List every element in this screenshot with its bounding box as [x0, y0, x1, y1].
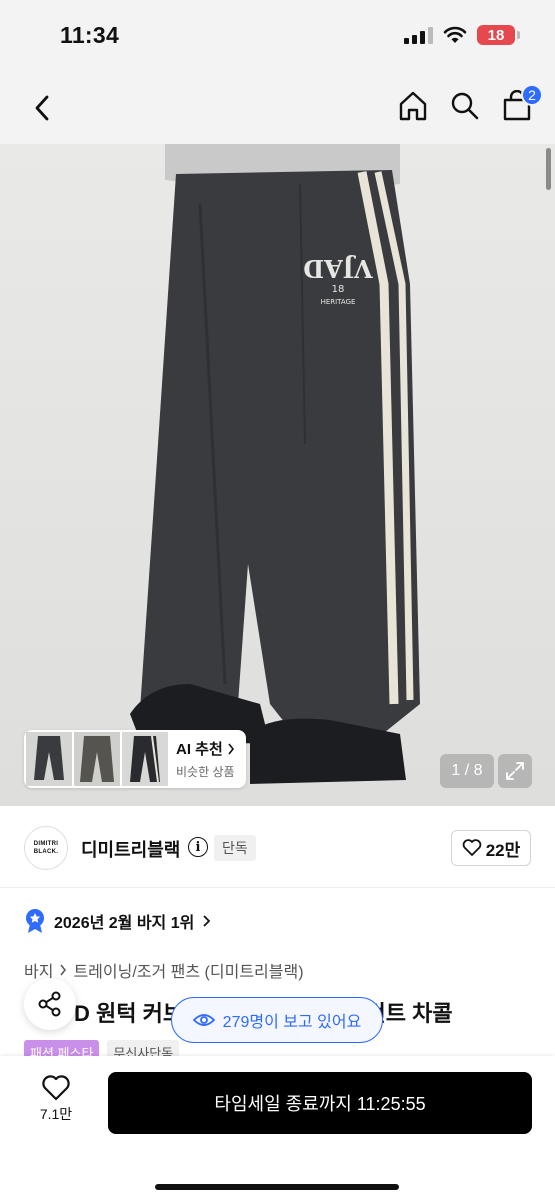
brand-logo[interactable]: DIMITRI BLACK. [24, 826, 68, 870]
image-page-counter: 1 / 8 [440, 754, 494, 788]
battery-indicator: 18 [477, 25, 520, 45]
product-photo: VJAD 18 HERITAGE [0, 144, 555, 806]
share-icon [38, 991, 61, 1017]
battery-level: 18 [487, 26, 505, 44]
heart-icon [462, 839, 482, 856]
eye-icon [192, 1014, 215, 1026]
ranking-text: 2026년 2월 바지 1위 [54, 915, 195, 932]
heart-icon [42, 1075, 70, 1101]
product-title-start: D 원턱 커브 [74, 1001, 184, 1026]
ranking-medal-icon [26, 909, 44, 933]
thumbnail-3[interactable] [122, 732, 168, 786]
exclusive-badge: 단독 [214, 835, 256, 861]
product-image[interactable]: VJAD 18 HERITAGE AI 추천 비슷한 상품 [0, 144, 555, 806]
status-bar: 11:34 18 [0, 0, 555, 72]
ai-recommend-title: AI 추천 [176, 741, 223, 758]
viewer-count-pill: 279명이 보고 있어요 [171, 997, 383, 1043]
chevron-right-icon [228, 743, 234, 754]
ai-recommend[interactable]: AI 추천 비슷한 상품 [176, 738, 235, 780]
search-icon [451, 92, 479, 120]
breadcrumb-subcategory[interactable]: 트레이닝/조거 팬츠 (디미트리블랙) [73, 958, 303, 982]
logo-line-3: HERITAGE [321, 298, 356, 306]
wishlist-count: 7.1만 [39, 1106, 73, 1122]
wifi-icon [443, 26, 467, 43]
logo-line-1: VJAD [303, 254, 373, 283]
chevron-left-icon [35, 95, 49, 121]
cart-button[interactable]: 2 [499, 84, 543, 126]
logo-line-2: 18 [332, 284, 345, 295]
brand-row: DIMITRI BLACK. 디미트리블랙 i 단독 22만 [0, 806, 555, 888]
back-button[interactable] [22, 88, 62, 128]
similar-products-card[interactable]: AI 추천 비슷한 상품 [24, 730, 246, 788]
time-sale-button[interactable]: 타임세일 종료까지 11:25:55 [108, 1072, 532, 1134]
wishlist-button[interactable]: 7.1만 [28, 1074, 84, 1124]
chevron-right-icon [60, 964, 67, 976]
home-indicator [155, 1184, 399, 1190]
bottom-action-bar: 7.1만 타임세일 종료까지 11:25:55 [0, 1056, 555, 1200]
brand-logo-line-1: DIMITRI [33, 841, 59, 847]
brand-logo-line-2: BLACK. [33, 849, 59, 855]
cart-count-badge: 2 [521, 84, 543, 106]
cellular-signal-icon [404, 26, 433, 44]
expand-icon [506, 762, 524, 780]
thumbnail-2[interactable] [74, 732, 120, 786]
search-button[interactable] [447, 86, 483, 126]
ranking-link[interactable]: 2026년 2월 바지 1위 [24, 908, 211, 934]
share-button[interactable] [24, 978, 76, 1030]
breadcrumb: 바지 트레이닝/조거 팬츠 (디미트리블랙) [24, 958, 304, 982]
scrollbar[interactable] [546, 148, 551, 190]
status-icons: 18 [404, 25, 520, 45]
nav-bar: 2 [0, 72, 555, 144]
info-icon[interactable]: i [188, 837, 208, 857]
home-icon [399, 91, 427, 121]
brand-like-button[interactable]: 22만 [451, 830, 531, 866]
expand-image-button[interactable] [498, 754, 532, 788]
viewer-count-text: 279명이 보고 있어요 [222, 1014, 362, 1031]
brand-name[interactable]: 디미트리블랙 [81, 836, 180, 862]
chevron-right-icon [203, 915, 211, 927]
home-button[interactable] [395, 86, 431, 126]
ai-recommend-subtitle: 비슷한 상품 [176, 765, 235, 779]
status-time: 11:34 [60, 22, 120, 48]
brand-like-count: 22만 [485, 840, 521, 860]
thumbnail-1[interactable] [26, 732, 72, 786]
